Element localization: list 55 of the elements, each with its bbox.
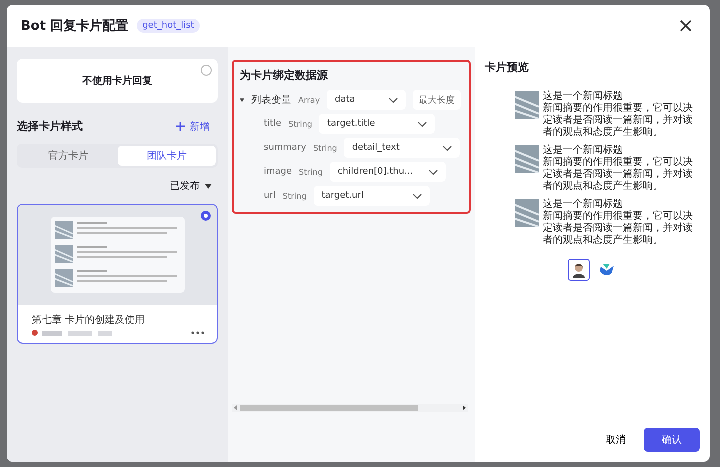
card-tab[interactable]: 官方卡片 — [19, 146, 118, 166]
no-card-option[interactable]: 不使用卡片回复 — [17, 59, 218, 103]
blurred-meta-drawing — [42, 330, 112, 336]
field-type: String — [313, 144, 338, 152]
caret-icon — [205, 184, 212, 188]
radio-button[interactable] — [201, 65, 212, 76]
field-name: url — [264, 191, 276, 201]
news-title: 这是一个新闻标题 — [543, 91, 624, 102]
panel-title: 为卡片绑定数据源 — [240, 68, 329, 83]
option-label: 不使用卡片回复 — [82, 74, 152, 88]
card-title: 第七章 卡片的创建及使用 — [32, 314, 146, 327]
expand-caret-icon[interactable] — [240, 98, 244, 102]
person-avatar-icon[interactable] — [568, 259, 590, 281]
dialog-title: Bot 回复卡片配置 — [21, 18, 129, 35]
news-image-placeholder — [515, 145, 539, 173]
chevron-icon — [443, 146, 452, 150]
news-summary: 新闻摘要的作用很重要，它可以决定读者是否阅读一篇新闻，并对读者的观点和态度产生影响。 — [543, 103, 694, 139]
card-template[interactable]: 第七章 卡片的创建及使用 — [17, 204, 218, 344]
field-name: image — [264, 167, 292, 177]
source-select[interactable]: data — [327, 90, 406, 110]
variable-name: 列表变量 — [252, 94, 292, 107]
max-length-field[interactable]: 最大长度 — [413, 90, 461, 110]
variable-type: Array — [298, 96, 320, 104]
news-image-placeholder — [515, 91, 539, 119]
add-button[interactable]: 新增 — [168, 120, 218, 134]
section-title: 选择卡片样式 — [17, 119, 83, 134]
source-select[interactable]: children[0].thu... — [330, 162, 446, 182]
news-summary: 新闻摘要的作用很重要，它可以决定读者是否阅读一篇新闻，并对读者的观点和态度产生影响。 — [543, 211, 694, 247]
author-avatar-icon — [32, 330, 38, 336]
source-select[interactable]: detail_text — [344, 138, 460, 158]
status-filter[interactable]: 已发布 — [164, 178, 218, 194]
news-title: 这是一个新闻标题 — [543, 199, 624, 210]
chevron-icon — [389, 98, 398, 102]
source-select[interactable]: target.url — [314, 186, 430, 206]
plus-icon — [176, 122, 185, 131]
card-tab[interactable]: 团队卡片 — [118, 146, 216, 166]
field-type: String — [282, 192, 307, 200]
tool-tag: get_hot_list — [136, 19, 200, 33]
field-name: title — [264, 119, 282, 129]
field-type: String — [299, 168, 323, 176]
field-name: summary — [264, 143, 306, 153]
close-icon[interactable] — [680, 20, 692, 32]
horizontal-scrollbar[interactable] — [232, 404, 468, 412]
more-icon[interactable] — [191, 331, 205, 335]
news-title: 这是一个新闻标题 — [543, 145, 624, 156]
chevron-icon — [418, 122, 428, 126]
chevron-icon — [428, 170, 438, 174]
chevron-icon — [412, 194, 422, 198]
news-summary: 新闻摘要的作用很重要，它可以决定读者是否阅读一篇新闻，并对读者的观点和态度产生影响。 — [543, 157, 694, 193]
news-image-placeholder — [515, 199, 539, 227]
panel-title: 卡片预览 — [485, 60, 530, 75]
field-type: String — [288, 120, 312, 128]
source-select[interactable]: target.title — [319, 114, 436, 134]
confirm-button[interactable]: 确认 — [644, 428, 700, 452]
radio-button[interactable] — [201, 211, 211, 221]
